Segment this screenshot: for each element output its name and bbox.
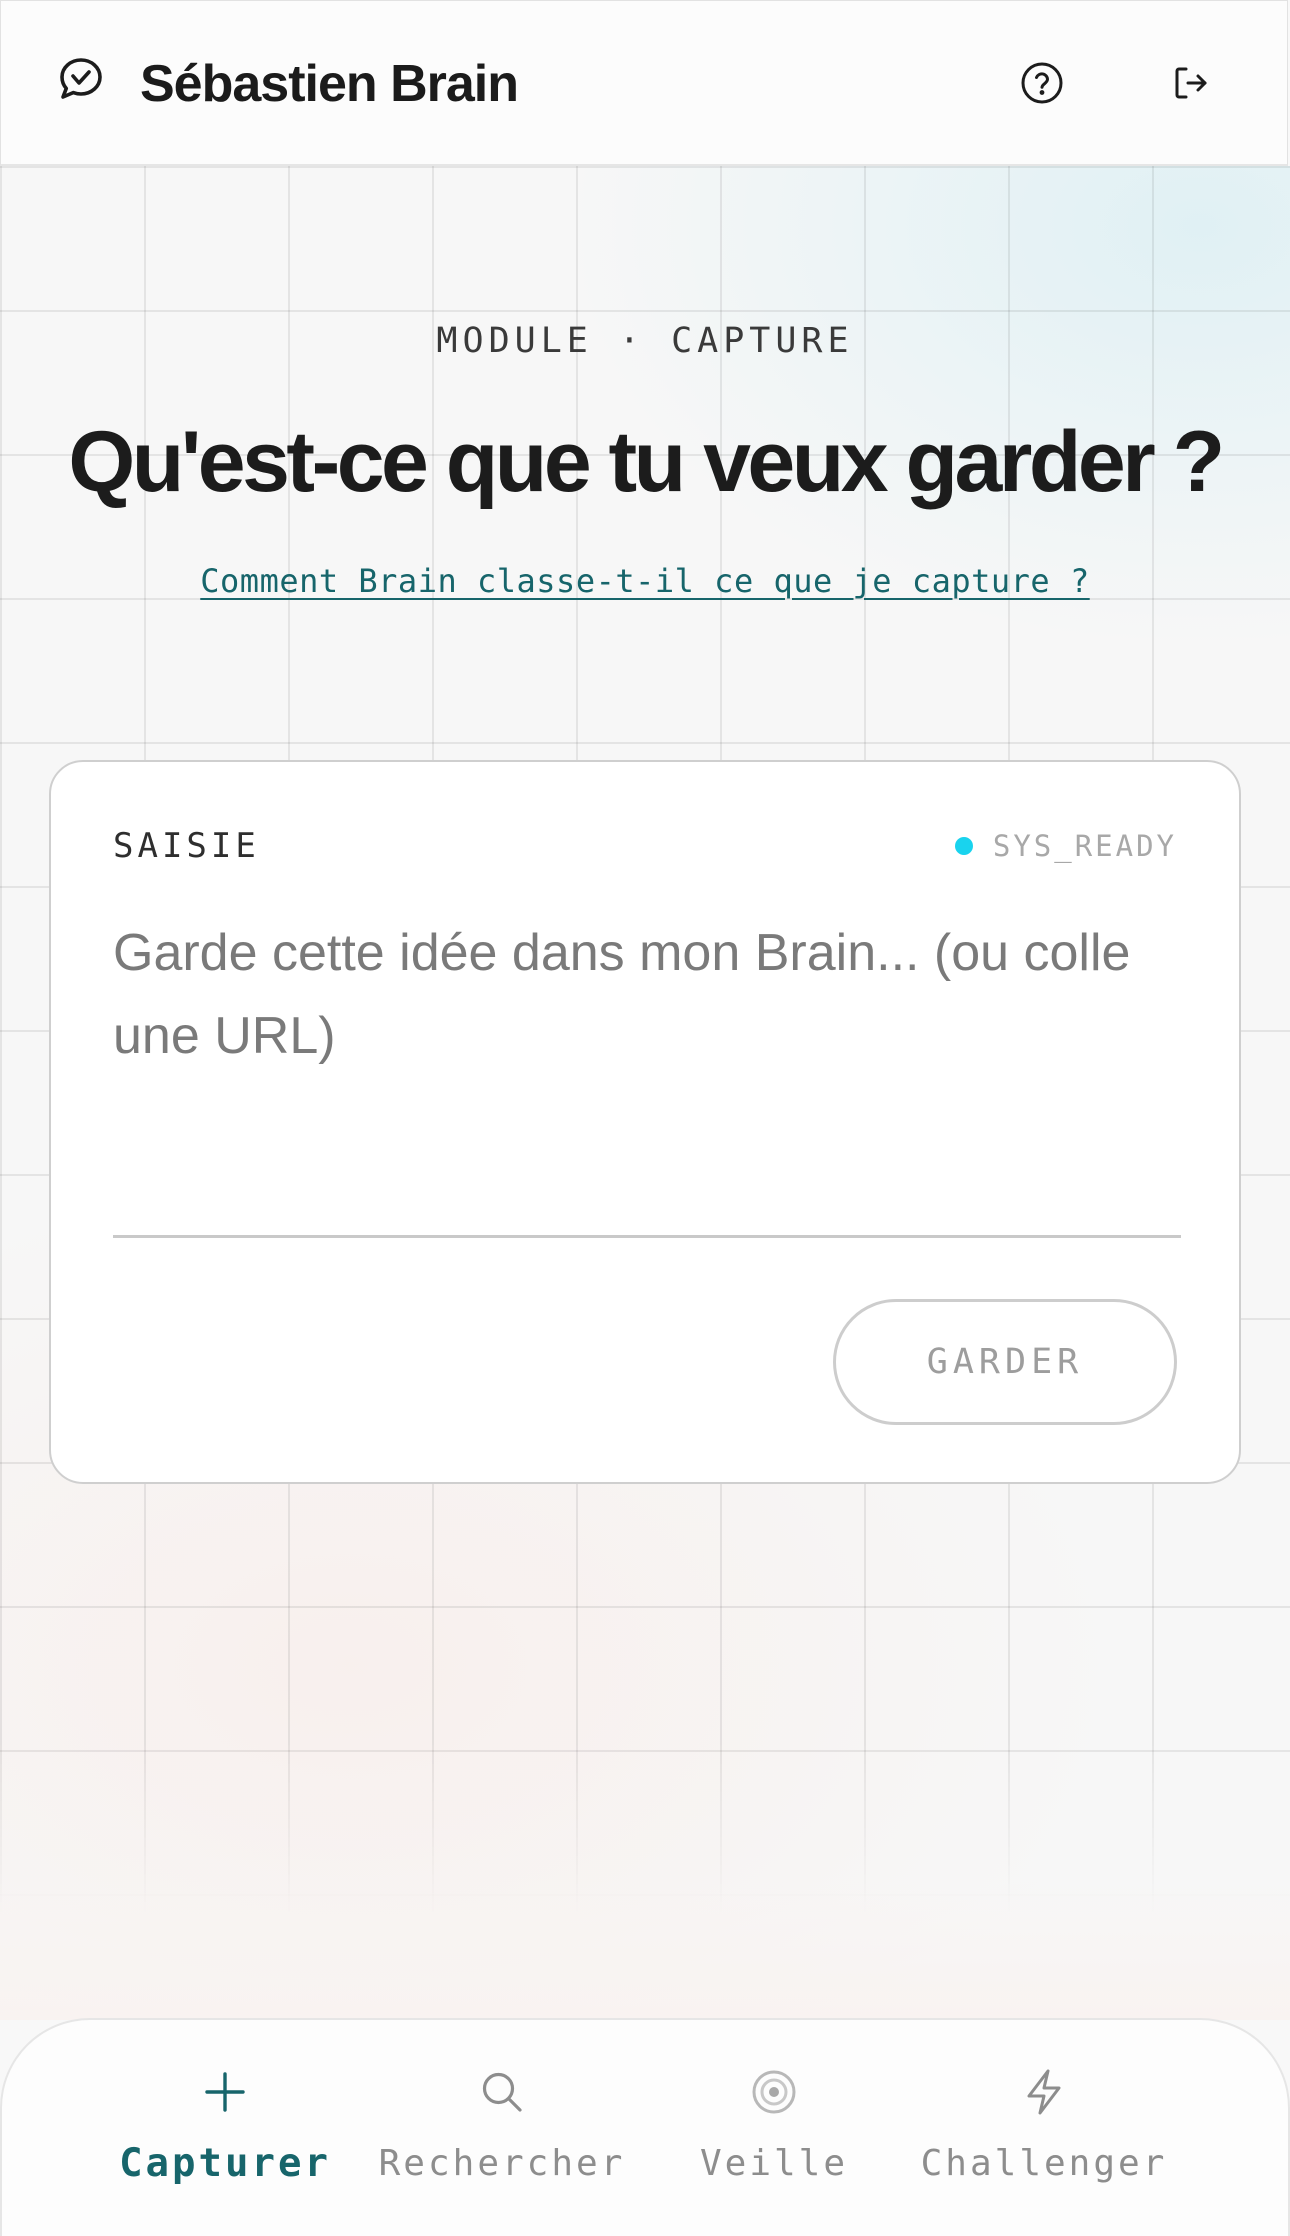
capture-card: SAISIE SYS_READY GARDER [49,760,1241,1484]
help-circle-icon [1020,61,1064,105]
background-fade [0,1880,1290,2020]
nav-label: Veille [699,2143,849,2184]
nav-item-rechercher[interactable]: Rechercher [378,2062,626,2212]
app-title: Sébastien Brain [140,55,519,113]
app-header: Sébastien Brain [0,0,1288,166]
status-dot-icon [954,837,973,855]
nav-label: Rechercher [378,2143,626,2184]
status-text: SYS_READY [992,829,1177,863]
input-section-label: SAISIE [113,826,260,866]
classification-help-link[interactable]: Comment Brain classe-t-il ce que je capt… [200,562,1089,600]
module-kicker: MODULE · CAPTURE [436,321,854,361]
plus-icon [195,2062,255,2122]
nav-item-challenger[interactable]: Challenger [920,2062,1168,2212]
page-title: Qu'est-ce que tu veux garder ? [68,414,1225,510]
classification-help-line: Comment Brain classe-t-il ce que je capt… [0,558,1290,604]
logout-icon [1171,63,1211,103]
nav-item-capturer[interactable]: Capturer [118,2062,332,2212]
radar-icon [744,2062,804,2122]
keep-button[interactable]: GARDER [833,1299,1177,1425]
nav-item-veille[interactable]: Veille [698,2062,850,2212]
logout-button[interactable] [1165,57,1217,109]
nav-label: Challenger [920,2143,1168,2184]
lightning-icon [1014,2062,1074,2122]
bottom-nav: Capturer Rechercher Veille Challenger [0,2018,1290,2236]
nav-label: Capturer [119,2141,331,2186]
capture-input[interactable] [113,912,1181,1238]
chat-bubble-logo-icon [57,55,105,103]
search-icon [472,2062,532,2122]
help-button[interactable] [1016,57,1068,109]
status-indicator: SYS_READY [954,826,1177,866]
